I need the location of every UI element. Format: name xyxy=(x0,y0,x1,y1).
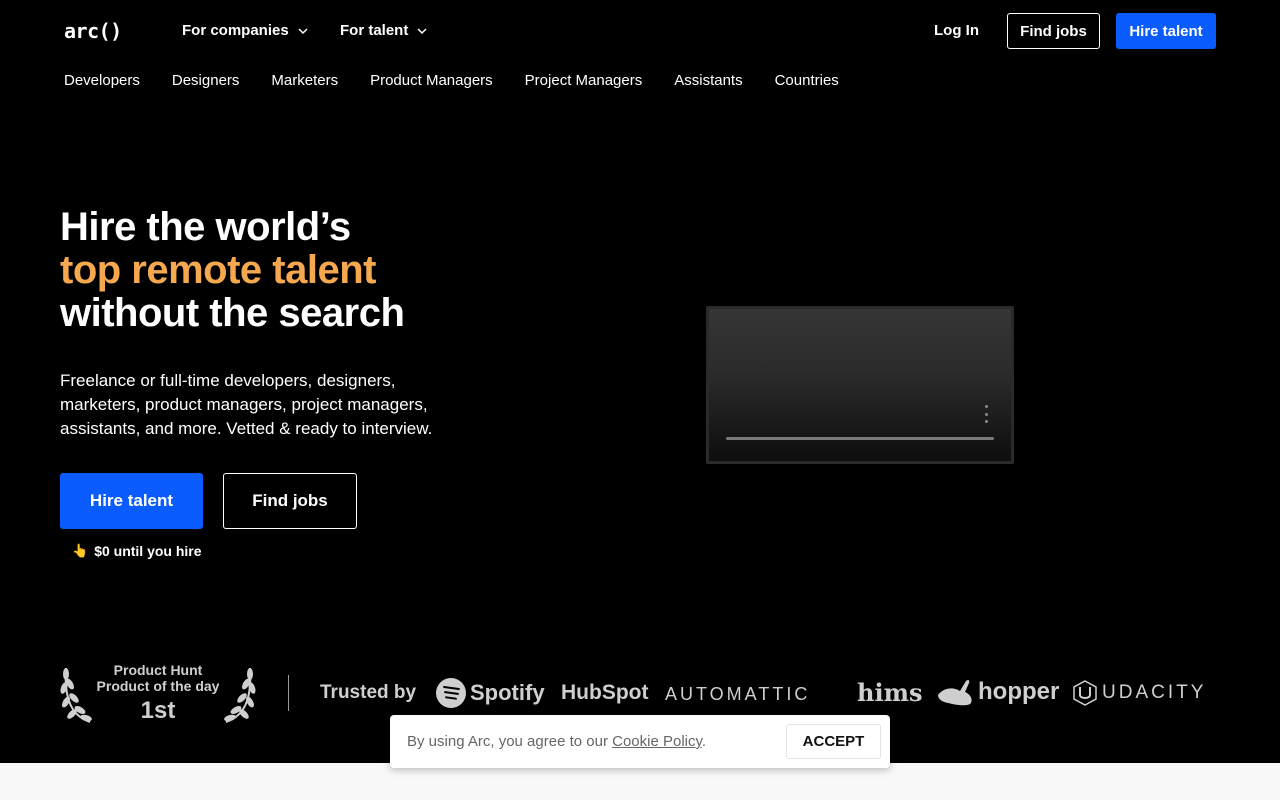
divider xyxy=(288,675,289,711)
hubspot-logo: HubSpot xyxy=(561,681,649,704)
for-companies-dropdown[interactable]: For companies xyxy=(182,22,309,39)
spotify-logo: Spotify xyxy=(436,678,545,708)
cookie-message-suffix: . xyxy=(701,733,707,750)
category-assistants[interactable]: Assistants xyxy=(674,72,742,89)
udacity-logo: UDACITY xyxy=(1072,680,1206,706)
find-jobs-nav-button[interactable]: Find jobs xyxy=(1007,13,1100,49)
cookie-message: By using Arc, you agree to our Cookie Po… xyxy=(407,733,706,750)
for-talent-label[interactable]: For talent xyxy=(340,22,408,39)
spotify-wordmark: Spotify xyxy=(470,680,545,705)
hero-headline: Hire the world’s top remote talent witho… xyxy=(60,205,405,335)
udacity-icon xyxy=(1073,680,1097,706)
pointing-hand-icon: 👆 xyxy=(72,543,89,558)
cookie-message-prefix: By using Arc, you agree to our xyxy=(407,733,613,750)
video-player[interactable] xyxy=(706,306,1014,464)
badge-line-2: Product of the day xyxy=(96,678,220,694)
chevron-down-icon xyxy=(417,27,427,34)
cookie-banner: By using Arc, you agree to our Cookie Po… xyxy=(390,715,890,768)
accept-cookies-button[interactable]: ACCEPT xyxy=(786,724,881,759)
spotify-icon xyxy=(436,678,466,708)
hopper-logo: hopper xyxy=(936,677,1059,707)
top-navigation: arc() For companies For talent Log In Fi… xyxy=(0,0,1280,62)
category-project-managers[interactable]: Project Managers xyxy=(525,72,643,89)
trusted-by-label: Trusted by xyxy=(320,682,417,703)
headline-line-1: Hire the world’s xyxy=(60,205,351,249)
pricing-note-text: $0 until you hire xyxy=(94,543,202,559)
hire-talent-nav-button[interactable]: Hire talent xyxy=(1116,13,1216,49)
badge-rank: 1st xyxy=(140,697,176,724)
category-designers[interactable]: Designers xyxy=(172,72,240,89)
automattic-logo: AUTOMATTIC xyxy=(665,684,811,704)
find-jobs-button[interactable]: Find jobs xyxy=(223,473,357,529)
headline-accent: top remote talent xyxy=(60,248,376,292)
pricing-note: 👆 $0 until you hire xyxy=(72,543,202,559)
category-nav: Developers Designers Marketers Product M… xyxy=(64,72,839,89)
more-options-icon[interactable] xyxy=(983,405,989,423)
product-hunt-badge[interactable]: Product Hunt Product of the day 1st xyxy=(60,662,256,724)
udacity-wordmark: UDACITY xyxy=(1102,682,1207,703)
badge-line-1: Product Hunt xyxy=(113,662,203,678)
category-marketers[interactable]: Marketers xyxy=(271,72,338,89)
category-developers[interactable]: Developers xyxy=(64,72,140,89)
for-talent-dropdown[interactable]: For talent xyxy=(340,22,428,39)
chevron-down-icon xyxy=(298,27,308,34)
hopper-bunny-icon xyxy=(938,679,972,706)
headline-line-3: without the search xyxy=(60,291,405,335)
login-link[interactable]: Log In xyxy=(934,22,979,39)
for-companies-label[interactable]: For companies xyxy=(182,22,289,39)
arc-logo[interactable]: arc() xyxy=(64,20,122,42)
hero-subtext: Freelance or full-time developers, desig… xyxy=(60,371,433,438)
hims-logo: hims xyxy=(857,678,923,707)
cookie-policy-link[interactable]: Cookie Policy xyxy=(612,733,702,750)
logo-text[interactable]: arc() xyxy=(64,20,122,42)
hopper-wordmark: hopper xyxy=(978,678,1060,705)
hire-talent-button[interactable]: Hire talent xyxy=(60,473,203,529)
category-product-managers[interactable]: Product Managers xyxy=(370,72,493,89)
category-countries[interactable]: Countries xyxy=(775,72,839,89)
next-section xyxy=(0,763,1280,800)
video-progress-bar[interactable] xyxy=(726,437,994,440)
